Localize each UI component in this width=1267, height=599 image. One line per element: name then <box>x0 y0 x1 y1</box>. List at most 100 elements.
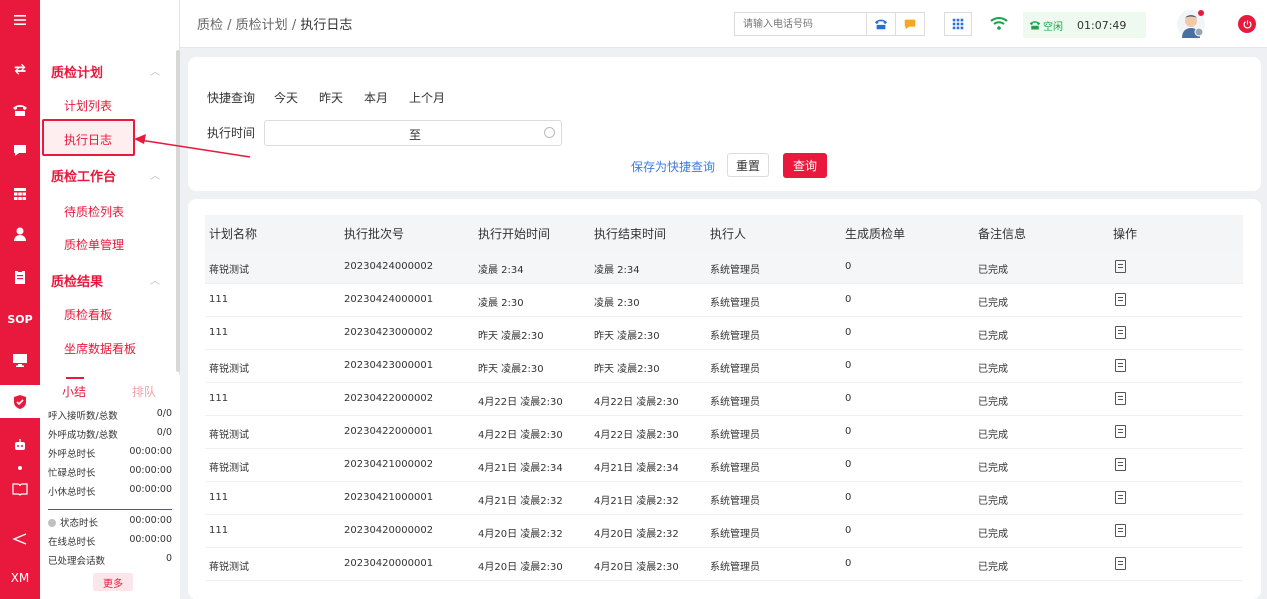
robot-icon[interactable] <box>0 430 40 460</box>
agent-stats-panel: 小结 排队 呼入接听数/总数 0/0 外呼成功数/总数 0/0 外呼总时长 00:00… <box>40 375 180 599</box>
document-icon[interactable] <box>1115 326 1126 339</box>
group-quality-plan[interactable]: 质检计划 <box>51 62 103 81</box>
book-icon[interactable] <box>0 474 40 504</box>
table-row[interactable]: 蒋锐测试 20230420000001 4月20日 凌晨2:30 4月20日 凌晨2:… <box>205 548 1243 581</box>
table-cell: 已完成 <box>978 298 1008 309</box>
quick-yesterday[interactable]: 昨天 <box>319 89 343 106</box>
stat-row: 在线总时长 00:00:00 <box>48 534 172 548</box>
table-cell: 4月22日 凌晨2:30 <box>594 397 679 408</box>
divider <box>48 509 172 510</box>
avatar[interactable] <box>1177 10 1205 38</box>
group-quality-results[interactable]: 质检结果 <box>51 271 103 290</box>
column-header: 执行结束时间 <box>594 227 667 241</box>
document-icon[interactable] <box>1115 293 1126 306</box>
tab-queue[interactable]: 排队 <box>132 383 156 400</box>
reset-button[interactable]: 重置 <box>727 153 769 177</box>
table-row[interactable]: 111 20230424000001 凌晨 2:30 凌晨 2:30 系统管理员 0 已完成 <box>205 284 1243 317</box>
table-cell: 已完成 <box>978 463 1008 474</box>
document-icon[interactable] <box>1115 359 1126 372</box>
exec-time-label: 执行时间 <box>207 126 256 140</box>
column-header: 执行人 <box>710 227 747 241</box>
table-row[interactable]: 111 20230422000002 4月22日 凌晨2:30 4月22日 凌晨2:3… <box>205 383 1243 416</box>
table-row[interactable]: 蒋锐测试 20230423000001 昨天 凌晨2:30 昨天 凌晨2:30 系统管理… <box>205 350 1243 383</box>
table-cell: 昨天 凌晨2:30 <box>478 331 544 342</box>
clipboard-icon[interactable] <box>0 262 40 292</box>
keypad-button[interactable] <box>944 12 972 36</box>
table-cell: 蒋锐测试 <box>209 265 249 276</box>
table-row[interactable]: 蒋锐测试 20230424000002 凌晨 2:34 凌晨 2:34 系统管理员 0 已完… <box>205 251 1243 284</box>
table-cell: 20230422000001 <box>344 426 434 437</box>
keypad-icon <box>952 18 964 30</box>
table-row[interactable]: 111 20230423000002 昨天 凌晨2:30 昨天 凌晨2:30 系统管理员… <box>205 317 1243 350</box>
document-icon[interactable] <box>1115 458 1126 471</box>
sidebar-item-sheet-manage[interactable]: 质检单管理 <box>64 236 124 253</box>
user-icon[interactable] <box>0 219 40 249</box>
table-row[interactable]: 111 20230421000001 4月21日 凌晨2:32 4月21日 凌晨2:3… <box>205 482 1243 515</box>
sidebar-item-plan-list[interactable]: 计划列表 <box>64 97 112 114</box>
dial-button[interactable] <box>866 12 896 36</box>
table-cell: 20230420000001 <box>344 558 434 569</box>
phone-icon[interactable] <box>0 95 40 125</box>
table-cell: 111 <box>209 294 229 305</box>
quick-last-month[interactable]: 上个月 <box>409 89 445 106</box>
menu-toggle-icon[interactable] <box>0 0 40 40</box>
document-icon[interactable] <box>1115 392 1126 405</box>
chat-bubble-icon <box>904 19 916 30</box>
more-button[interactable]: 更多 <box>93 573 133 591</box>
table-cell: 昨天 凌晨2:30 <box>594 364 660 375</box>
table-cell: 已完成 <box>978 397 1008 408</box>
shield-check-icon[interactable] <box>0 385 40 418</box>
document-icon[interactable] <box>1115 260 1126 273</box>
sidebar-item-agent-board[interactable]: 坐席数据看板 <box>64 340 136 357</box>
table-cell: 0 <box>845 426 852 437</box>
stat-row: 已处理会话数 0 <box>48 553 172 567</box>
monitor-icon[interactable] <box>0 345 40 375</box>
document-icon[interactable] <box>1115 491 1126 504</box>
breadcrumb-item[interactable]: 质检 <box>197 18 223 33</box>
message-button[interactable] <box>895 12 925 36</box>
table-cell: 20230421000002 <box>344 459 434 470</box>
breadcrumb-item[interactable]: 质检计划 <box>236 18 288 33</box>
power-icon[interactable] <box>1238 15 1256 33</box>
xm-label[interactable]: XM <box>0 563 40 593</box>
tab-summary[interactable]: 小结 <box>62 383 86 400</box>
phone-number-input[interactable] <box>734 12 867 36</box>
table-row[interactable]: 蒋锐测试 20230421000002 4月21日 凌晨2:34 4月21日 凌晨2:… <box>205 449 1243 482</box>
stat-row: 外呼成功数/总数 0/0 <box>48 427 172 441</box>
table-row[interactable]: 111 20230420000002 4月20日 凌晨2:32 4月20日 凌晨2:3… <box>205 515 1243 548</box>
table-cell: 0 <box>845 393 852 404</box>
quick-today[interactable]: 今天 <box>274 89 298 106</box>
table-cell: 4月20日 凌晨2:32 <box>594 529 679 540</box>
chevron-up-icon[interactable]: ︿ <box>150 63 160 78</box>
table-cell: 20230422000002 <box>344 393 434 404</box>
send-icon[interactable] <box>0 524 40 554</box>
table-cell: 已完成 <box>978 364 1008 375</box>
transfer-icon[interactable] <box>0 55 40 85</box>
chevron-up-icon[interactable]: ︿ <box>150 272 160 287</box>
document-icon[interactable] <box>1115 557 1126 570</box>
group-quality-workbench[interactable]: 质检工作台 <box>51 166 116 185</box>
dot-indicator <box>0 462 40 474</box>
table-row[interactable]: 蒋锐测试 20230422000001 4月22日 凌晨2:30 4月22日 凌晨2:… <box>205 416 1243 449</box>
sidebar-scrollbar[interactable] <box>176 50 180 372</box>
search-button[interactable]: 查询 <box>783 153 827 178</box>
wifi-icon <box>990 15 1008 31</box>
date-range-picker[interactable]: 至 <box>264 120 562 146</box>
grid-icon[interactable] <box>0 179 40 209</box>
sidebar-item-board[interactable]: 质检看板 <box>64 306 112 323</box>
document-icon[interactable] <box>1115 524 1126 537</box>
table-cell: 4月21日 凌晨2:34 <box>594 463 679 474</box>
agent-status-pill[interactable]: 空闲 01:07:49 <box>1023 12 1146 38</box>
table-cell: 4月20日 凌晨2:30 <box>478 562 563 573</box>
sidebar-item-exec-log[interactable]: 执行日志 <box>64 131 112 148</box>
sidebar-item-pending-list[interactable]: 待质检列表 <box>64 203 124 220</box>
table-cell: 系统管理员 <box>710 496 760 507</box>
table-cell: 凌晨 2:30 <box>478 298 524 309</box>
chevron-up-icon[interactable]: ︿ <box>150 167 160 182</box>
save-quick-query-link[interactable]: 保存为快捷查询 <box>631 158 715 175</box>
document-icon[interactable] <box>1115 425 1126 438</box>
sop-label[interactable]: SOP <box>0 304 40 334</box>
quick-this-month[interactable]: 本月 <box>364 89 388 106</box>
chat-icon[interactable] <box>0 135 40 165</box>
table-cell: 0 <box>845 492 852 503</box>
